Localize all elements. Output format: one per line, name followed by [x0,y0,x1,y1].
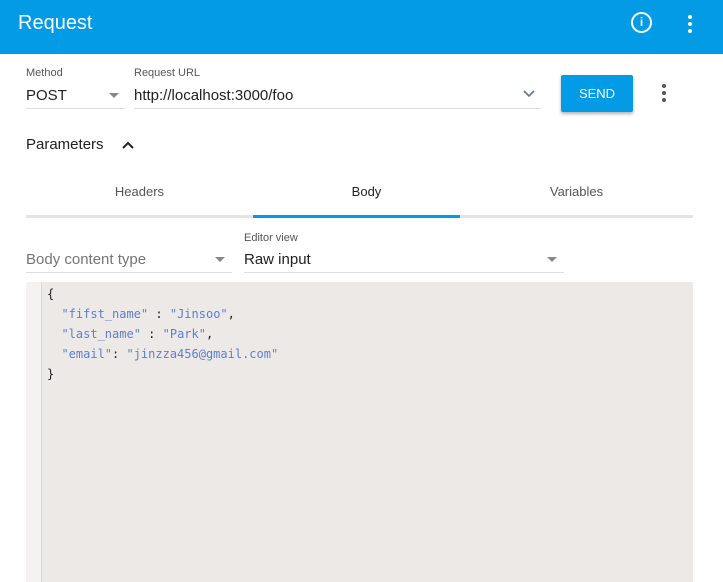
code-line: "email": "jinzza456@gmail.com" [61,347,279,361]
app-bar: Request i [0,0,723,54]
method-value: POST [26,87,67,104]
tab-headers[interactable]: Headers [26,184,253,199]
code-line: "last_name" : "Park", [61,327,214,341]
editor-view-underline [244,272,564,273]
editor-view-value: Raw input [244,251,311,268]
parameters-label: Parameters [26,136,104,153]
page-title: Request [18,12,93,34]
more-vert-icon[interactable] [688,15,692,36]
chevron-down-icon[interactable] [522,89,536,99]
url-value: http://localhost:3000/foo [134,87,294,104]
dropdown-arrow-icon [215,257,225,262]
url-label: Request URL [134,67,201,79]
send-button[interactable]: SEND [561,75,633,112]
editor-view-label: Editor view [244,232,298,244]
url-underline [134,108,541,109]
tab-body[interactable]: Body [253,184,480,199]
code-line: } [47,367,55,381]
info-icon[interactable]: i [631,12,652,33]
dropdown-arrow-icon [547,257,557,262]
content-type-underline [26,272,232,273]
content-type-placeholder: Body content type [26,251,147,268]
method-label: Method [26,67,63,79]
code-line: { [47,287,55,301]
editor-gutter [26,282,42,582]
method-underline [26,108,125,109]
chevron-up-icon [122,141,134,149]
tab-variables[interactable]: Variables [463,184,690,199]
dropdown-arrow-icon [109,93,119,98]
request-more-icon[interactable] [662,84,666,105]
editor-content: { "fifst_name" : "Jinsoo", "last_name" :… [47,284,278,384]
code-editor[interactable]: { "fifst_name" : "Jinsoo", "last_name" :… [26,282,693,582]
code-line: "fifst_name" : "Jinsoo", [61,307,235,321]
tab-indicator [253,215,460,218]
